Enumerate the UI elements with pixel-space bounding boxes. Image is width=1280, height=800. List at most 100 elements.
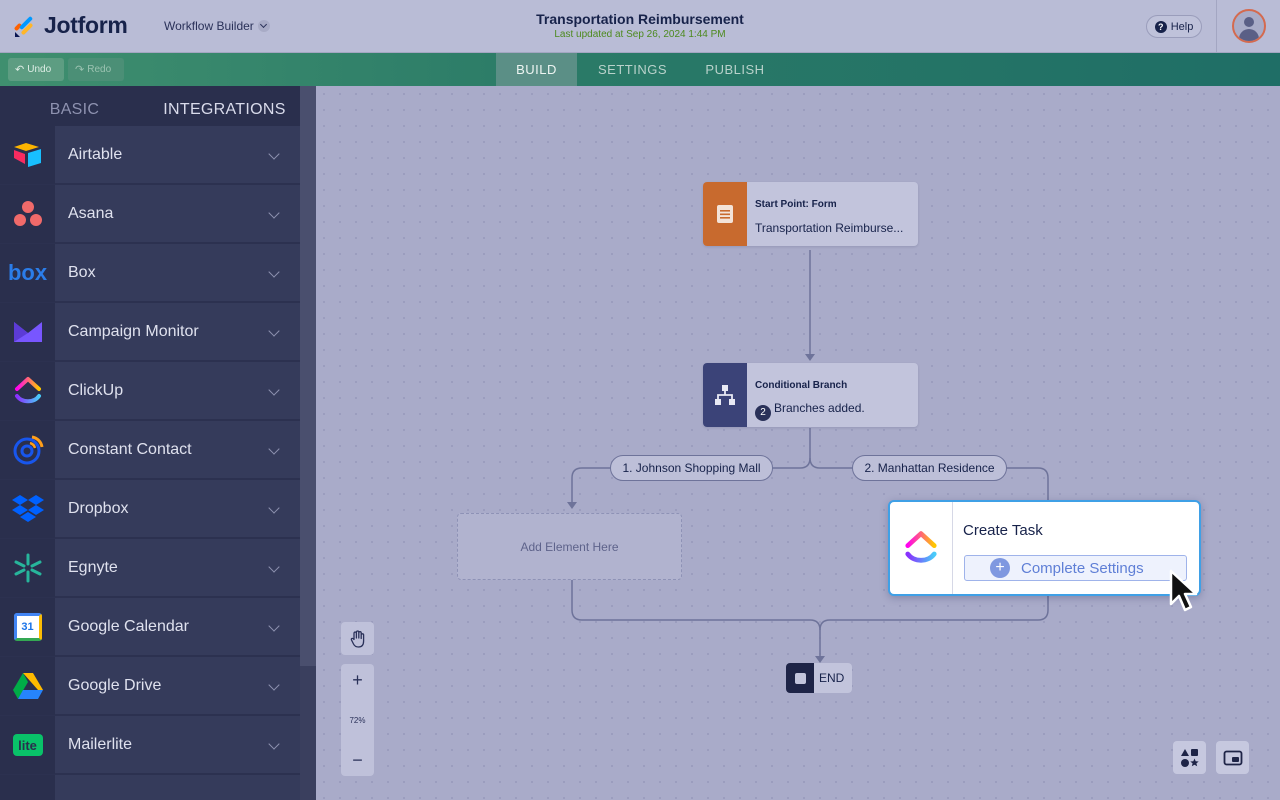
task-title: Create Task bbox=[963, 522, 1043, 539]
end-label: END bbox=[819, 671, 845, 685]
redo-icon: ↷ bbox=[75, 64, 85, 76]
sidebar-item-label: Google Drive bbox=[55, 657, 300, 715]
zoom-out-button[interactable]: − bbox=[352, 750, 363, 770]
constant-contact-icon bbox=[0, 421, 55, 479]
stop-icon bbox=[786, 663, 814, 693]
redo-label: Redo bbox=[87, 64, 112, 75]
add-element-placeholder[interactable]: Add Element Here bbox=[457, 513, 682, 580]
question-icon: ? bbox=[1154, 20, 1167, 33]
shapes-panel-button[interactable] bbox=[1173, 741, 1206, 774]
help-label: Help bbox=[1170, 20, 1194, 33]
sidebar-item-label: Box bbox=[55, 244, 300, 302]
sidebar-item-label: Egnyte bbox=[55, 539, 300, 597]
avatar[interactable] bbox=[1232, 9, 1266, 43]
airtable-icon bbox=[0, 126, 55, 184]
sidebar-item-label: Asana bbox=[55, 185, 300, 243]
partial-item-icon bbox=[0, 775, 55, 800]
tab-publish[interactable]: PUBLISH bbox=[694, 53, 776, 86]
google-drive-icon bbox=[0, 657, 55, 715]
conditional-branch-node[interactable]: Conditional Branch 2 Branches added. bbox=[703, 363, 918, 427]
sidebar-item-label: Constant Contact bbox=[55, 421, 300, 479]
undo-button[interactable]: ↶ Undo bbox=[8, 58, 64, 81]
top-header: Jotform Workflow Builder Transportation … bbox=[0, 0, 1280, 53]
last-updated-text: Last updated at Sep 26, 2024 1:44 PM bbox=[554, 29, 726, 40]
start-point-node[interactable]: Start Point: Form Transportation Reimbur… bbox=[703, 182, 918, 246]
clickup-icon bbox=[0, 362, 55, 420]
jotform-logo[interactable]: Jotform bbox=[12, 12, 128, 39]
sidebar-item-label: Dropbox bbox=[55, 480, 300, 538]
sidebar-item-clickup[interactable]: ClickUp bbox=[0, 362, 300, 420]
sidebar-item-asana[interactable]: Asana bbox=[0, 185, 300, 243]
clickup-icon bbox=[890, 502, 953, 594]
zoom-in-button[interactable]: + bbox=[352, 670, 363, 690]
element-sidebar: BASIC INTEGRATIONS Airtable Asana box Bo… bbox=[0, 86, 316, 800]
sidebar-item-mailerlite[interactable]: lite Mailerlite bbox=[0, 716, 300, 774]
jotform-logo-icon bbox=[14, 16, 33, 37]
node-subtitle: Transportation Reimburse... bbox=[755, 221, 904, 235]
product-label: Workflow Builder bbox=[164, 19, 254, 33]
end-node[interactable]: END bbox=[786, 663, 852, 693]
branch-count-text: 2 Branches added. bbox=[755, 401, 865, 421]
branch-icon bbox=[703, 363, 747, 427]
sidebar-item-box[interactable]: box Box bbox=[0, 244, 300, 302]
sidebar-item-label: Campaign Monitor bbox=[55, 303, 300, 361]
tab-settings[interactable]: SETTINGS bbox=[585, 53, 680, 86]
form-icon bbox=[703, 182, 747, 246]
sidebar-item-airtable[interactable]: Airtable bbox=[0, 126, 300, 184]
egnyte-icon bbox=[0, 539, 55, 597]
sidebar-item-dropbox[interactable]: Dropbox bbox=[0, 480, 300, 538]
sidebar-item-label: ClickUp bbox=[55, 362, 300, 420]
mouse-cursor-icon bbox=[1169, 569, 1198, 612]
box-icon-text: box bbox=[7, 260, 48, 285]
box-icon: box bbox=[0, 244, 55, 302]
google-calendar-icon: 31 bbox=[0, 598, 55, 656]
sidebar-item-google-drive[interactable]: Google Drive bbox=[0, 657, 300, 715]
branch-label-2[interactable]: 2. Manhattan Residence bbox=[852, 455, 1007, 481]
create-task-node[interactable]: Create Task + Complete Settings bbox=[888, 500, 1201, 596]
mailerlite-icon: lite bbox=[0, 716, 55, 774]
complete-settings-label: Complete Settings bbox=[1021, 559, 1144, 577]
help-button[interactable]: ? Help bbox=[1146, 15, 1202, 38]
shapes-icon bbox=[1180, 748, 1199, 767]
zoom-controls: + 72% − bbox=[341, 664, 374, 776]
avatar-head bbox=[1244, 17, 1254, 27]
branch-count-label: Branches added. bbox=[774, 401, 865, 415]
branch-label-1[interactable]: 1. Johnson Shopping Mall bbox=[610, 455, 773, 481]
document-title-area: Transportation Reimbursement Last update… bbox=[440, 11, 840, 40]
sidebar-item-label: Google Calendar bbox=[55, 598, 300, 656]
avatar-body bbox=[1239, 29, 1259, 41]
sidebar-item-constant-contact[interactable]: Constant Contact bbox=[0, 421, 300, 479]
node-title: Conditional Branch bbox=[755, 380, 848, 391]
workflow-builder-dropdown[interactable]: Workflow Builder bbox=[164, 19, 270, 33]
header-divider bbox=[1216, 0, 1217, 53]
undo-icon: ↶ bbox=[15, 64, 25, 76]
node-title: Start Point: Form bbox=[755, 199, 837, 210]
asana-icon bbox=[0, 185, 55, 243]
sidebar-item-label bbox=[55, 775, 300, 800]
chevron-down-icon bbox=[257, 20, 270, 32]
sidebar-scrollbar-thumb[interactable] bbox=[300, 86, 316, 666]
tab-build[interactable]: BUILD bbox=[496, 53, 577, 86]
redo-button[interactable]: ↷ Redo bbox=[68, 58, 124, 81]
plus-icon: + bbox=[990, 558, 1010, 578]
sidebar-item-label: Airtable bbox=[55, 126, 300, 184]
builder-toolbar: ↶ Undo ↷ Redo BUILD SETTINGS PUBLISH bbox=[0, 53, 1280, 86]
logo-text: Jotform bbox=[44, 12, 128, 38]
complete-settings-button[interactable]: + Complete Settings bbox=[964, 555, 1187, 581]
sidebar-item-google-calendar[interactable]: 31 Google Calendar bbox=[0, 598, 300, 656]
minimap-icon bbox=[1223, 750, 1242, 765]
sidebar-item-egnyte[interactable]: Egnyte bbox=[0, 539, 300, 597]
pan-tool-button[interactable] bbox=[341, 622, 374, 655]
minimap-button[interactable] bbox=[1216, 741, 1249, 774]
sidebar-item-campaign-monitor[interactable]: Campaign Monitor bbox=[0, 303, 300, 361]
undo-label: Undo bbox=[27, 64, 52, 75]
zoom-level: 72% bbox=[349, 715, 366, 725]
sidebar-item-partial[interactable] bbox=[0, 775, 300, 800]
hand-icon bbox=[350, 629, 364, 648]
calendar-face: 31 bbox=[13, 613, 42, 641]
page-title[interactable]: Transportation Reimbursement bbox=[440, 11, 840, 27]
branch-count-badge: 2 bbox=[755, 404, 771, 421]
mailerlite-badge: lite bbox=[12, 734, 43, 756]
workflow-canvas[interactable]: Start Point: Form Transportation Reimbur… bbox=[316, 86, 1280, 800]
sidebar-item-label: Mailerlite bbox=[55, 716, 300, 774]
